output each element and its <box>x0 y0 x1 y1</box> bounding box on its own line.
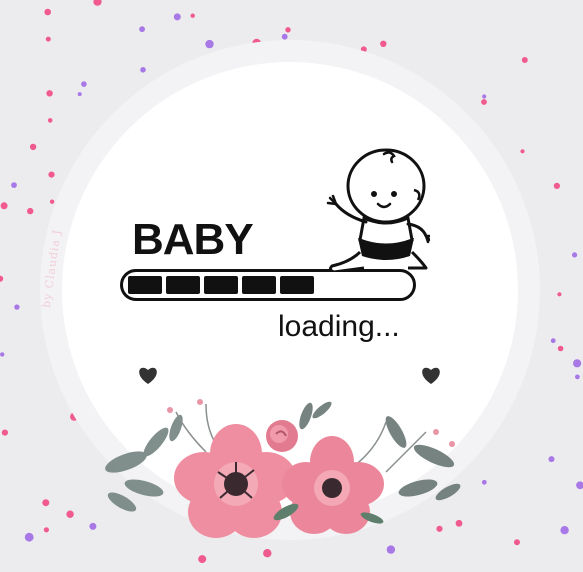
confetti-dot <box>481 479 487 485</box>
confetti-dot <box>77 92 82 97</box>
baby-icon <box>326 148 430 272</box>
confetti-dot <box>0 202 8 210</box>
confetti-dot <box>44 8 51 16</box>
confetti-dot <box>560 526 569 535</box>
confetti-dot <box>66 510 74 518</box>
confetti-dot <box>49 199 55 204</box>
confetti-dot <box>380 40 387 47</box>
confetti-dot <box>24 532 34 542</box>
confetti-dot <box>14 304 20 310</box>
heart-icon <box>422 367 440 384</box>
baby-loading-scene: by Claudia J BABY loading... <box>0 0 583 572</box>
confetti-dot <box>521 57 528 63</box>
confetti-dot <box>198 555 207 564</box>
loading-text: loading... <box>278 310 400 343</box>
progress-segment <box>280 276 314 294</box>
confetti-dot <box>482 94 487 99</box>
confetti-dot <box>557 345 564 352</box>
confetti-dot <box>140 67 146 73</box>
progress-segment <box>204 276 238 294</box>
confetti-dot <box>81 81 87 87</box>
confetti-dot <box>42 499 50 507</box>
confetti-dot <box>572 252 578 258</box>
confetti-dot <box>575 374 580 380</box>
confetti-dot <box>520 149 525 154</box>
confetti-dot <box>0 275 4 282</box>
baby-title: BABY <box>132 215 254 264</box>
confetti-dot <box>93 0 102 6</box>
confetti-dot <box>481 99 487 105</box>
confetti-dot <box>11 182 17 189</box>
heart-icon <box>139 367 157 384</box>
confetti-dot <box>576 481 583 490</box>
confetti-dot <box>0 352 5 357</box>
confetti-dot <box>285 27 291 33</box>
flower-icon <box>105 399 461 538</box>
confetti-dot <box>205 39 214 49</box>
confetti-dot <box>45 36 51 42</box>
progress-segment <box>166 276 200 294</box>
confetti-dot <box>46 90 53 97</box>
confetti-dot <box>514 539 520 546</box>
confetti-dot <box>553 182 561 189</box>
confetti-dot <box>190 13 195 18</box>
confetti-dot <box>573 359 582 368</box>
confetti-dot <box>27 207 34 215</box>
progress-segment <box>242 276 276 294</box>
confetti-dot <box>48 171 55 178</box>
confetti-dot <box>550 338 556 344</box>
progress-fill <box>128 276 314 294</box>
confetti-dot <box>47 118 53 123</box>
confetti-dot <box>43 527 50 533</box>
confetti-dot <box>281 33 288 40</box>
confetti-dot <box>548 456 555 463</box>
confetti-dot <box>1 429 8 436</box>
confetti-dot <box>139 26 146 33</box>
progress-segment <box>128 276 162 294</box>
loading-progress-bar <box>120 269 416 301</box>
confetti-dot <box>29 143 37 151</box>
confetti-dot <box>173 13 181 21</box>
confetti-dot <box>557 292 562 297</box>
